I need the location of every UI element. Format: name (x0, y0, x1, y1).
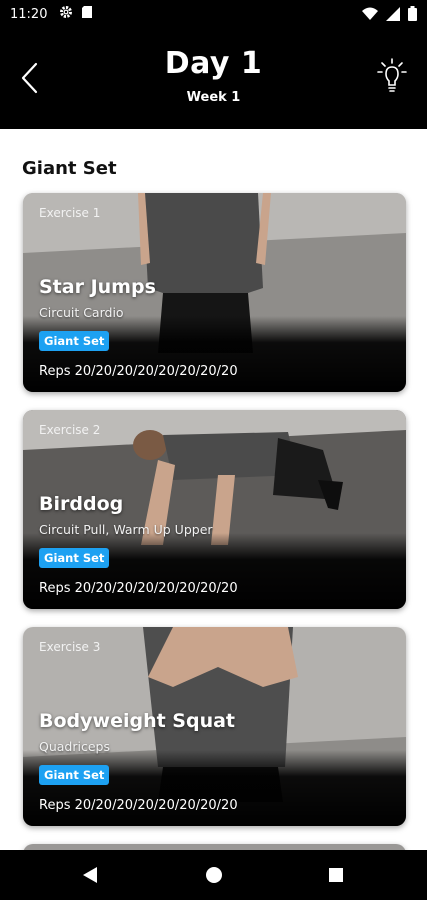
exercise-category: Circuit Cardio (39, 305, 124, 320)
nav-home-button[interactable] (184, 850, 244, 900)
card-shade (23, 316, 406, 392)
section-title: Giant Set (22, 158, 117, 179)
battery-icon (408, 6, 417, 25)
page-subtitle: Week 1 (186, 90, 241, 105)
status-time: 11:20 (10, 6, 48, 22)
exercise-name: Birddog (39, 493, 124, 515)
exercise-category: Circuit Pull, Warm Up Upper (39, 522, 213, 537)
wifi-icon (362, 7, 378, 25)
gear-icon (59, 5, 73, 23)
exercise-reps: Reps 20/20/20/20/20/20/20/20 (39, 364, 238, 379)
exercise-card[interactable]: Exercise 1 Star Jumps Circuit Cardio Gia… (23, 193, 406, 392)
giant-set-badge: Giant Set (39, 765, 110, 785)
sd-card-icon (81, 5, 93, 23)
exercise-name: Bodyweight Squat (39, 710, 236, 732)
exercise-card[interactable]: Exercise 3 Bodyweight Squat Quadriceps G… (23, 627, 406, 826)
tips-button[interactable] (377, 58, 407, 94)
exercise-reps: Reps 20/20/20/20/20/20/20/20 (39, 581, 238, 596)
nav-recents-button[interactable] (306, 850, 366, 900)
navigation-bar (0, 850, 427, 900)
exercise-number: Exercise 3 (39, 640, 101, 654)
card-shade (23, 750, 406, 826)
giant-set-badge: Giant Set (39, 548, 110, 568)
nav-back-icon (83, 867, 97, 883)
exercise-name: Star Jumps (39, 276, 156, 298)
giant-set-badge: Giant Set (39, 331, 110, 351)
nav-home-icon (206, 867, 222, 883)
exercise-reps: Reps 20/20/20/20/20/20/20/20 (39, 798, 238, 813)
card-shade (23, 533, 406, 609)
exercise-category: Quadriceps (39, 739, 110, 754)
status-bar: 11:20 (0, 0, 427, 28)
signal-icon (386, 6, 400, 25)
nav-back-button[interactable] (60, 850, 120, 900)
exercise-number: Exercise 2 (39, 423, 101, 437)
lightbulb-icon (377, 58, 407, 92)
page-title: Day 1 (164, 46, 263, 81)
exercise-card[interactable]: Exercise 2 Birddog Circuit Pull, Warm Up… (23, 410, 406, 609)
nav-recents-icon (329, 868, 343, 882)
header: Day 1 Week 1 (0, 28, 427, 129)
exercise-number: Exercise 1 (39, 206, 101, 220)
